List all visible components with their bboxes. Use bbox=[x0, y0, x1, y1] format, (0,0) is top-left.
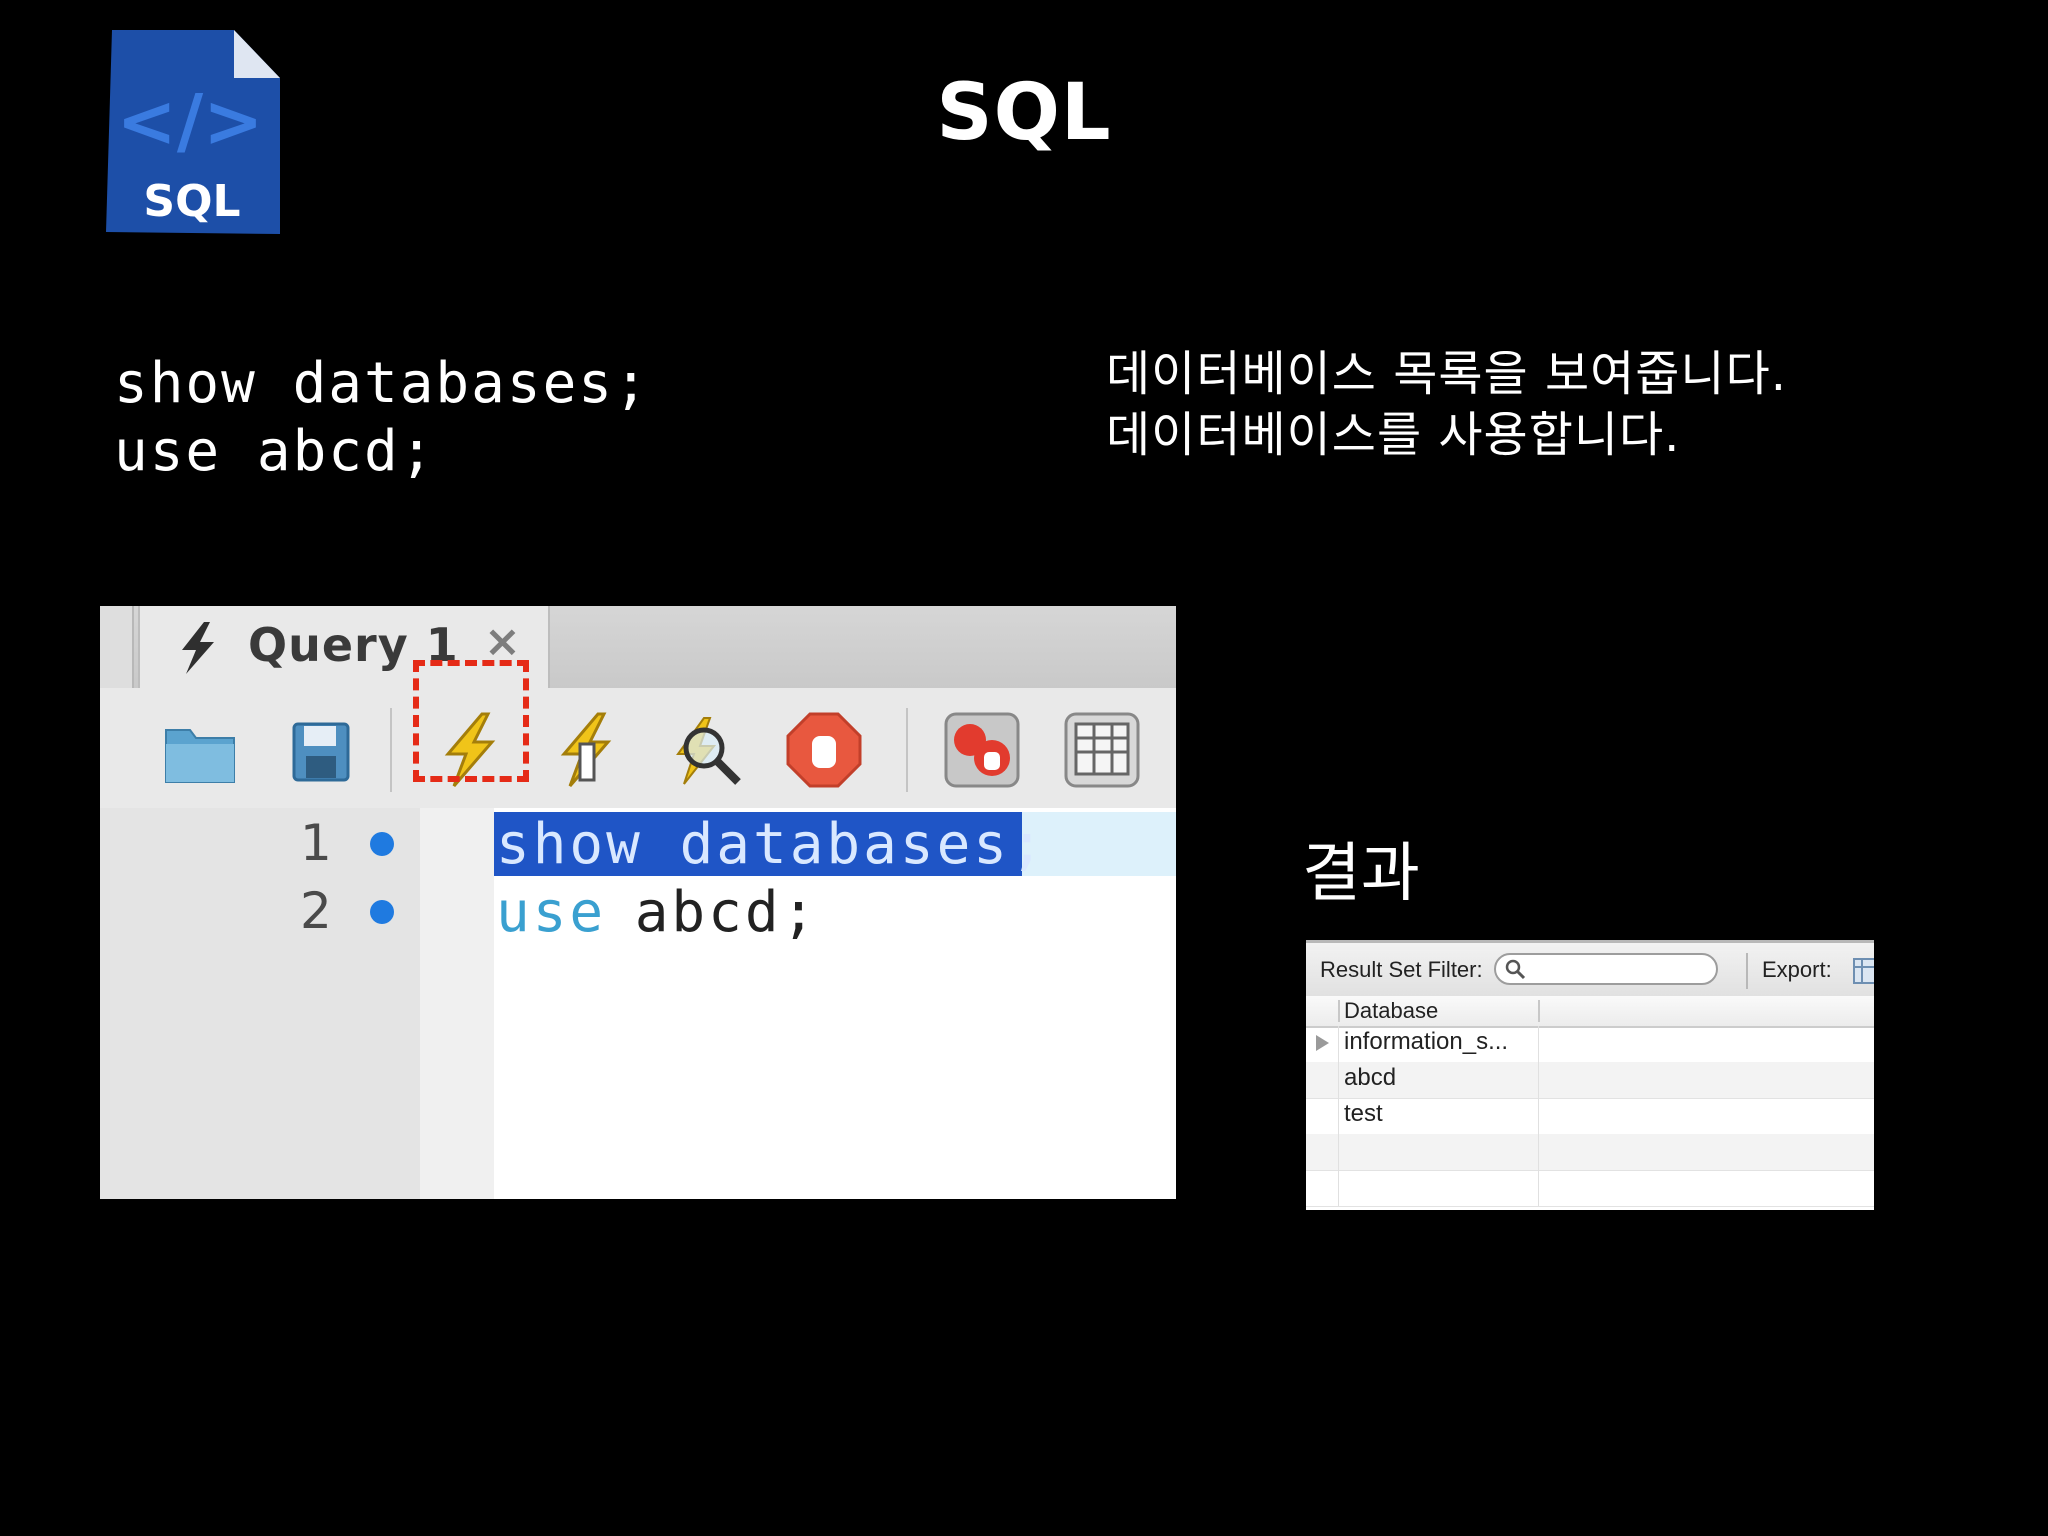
column-divider bbox=[1338, 1134, 1339, 1170]
description-line-2: 데이터베이스를 사용합니다. bbox=[1106, 407, 1681, 463]
tab-bar: Query 1 × bbox=[100, 606, 1176, 688]
export-label: Export: bbox=[1762, 957, 1832, 982]
table-row[interactable]: test bbox=[1306, 1098, 1874, 1135]
column-divider bbox=[1538, 1026, 1539, 1062]
grid-header: Database bbox=[1306, 996, 1874, 1028]
column-divider bbox=[1538, 1000, 1540, 1022]
code-line-2-rest: abcd; bbox=[598, 880, 819, 945]
query-editor: Query 1 × 1 2 show databases; use abcd; bbox=[100, 606, 1176, 1199]
description: 데이터베이스 목록을 보여줍니다. 데이터베이스를 사용합니다. bbox=[1106, 344, 1787, 466]
empty-row bbox=[1306, 1170, 1874, 1207]
code-sample: show databases; use abcd; bbox=[114, 350, 650, 486]
tab-bar-edge bbox=[100, 606, 134, 688]
export-icon[interactable] bbox=[1852, 955, 1874, 985]
table-cell: abcd bbox=[1344, 1064, 1397, 1091]
sql-icon-label: SQL bbox=[143, 176, 240, 227]
statement-marker-icon bbox=[370, 832, 394, 856]
sql-editor-area[interactable]: show databases; use abcd; bbox=[494, 808, 1176, 1199]
table-cell: information_s... bbox=[1344, 1028, 1509, 1055]
toolbar-separator bbox=[390, 708, 392, 792]
result-filter-input[interactable] bbox=[1494, 953, 1718, 985]
stop-icon[interactable] bbox=[784, 710, 864, 790]
column-divider bbox=[1338, 1098, 1339, 1134]
line-number: 2 bbox=[300, 882, 332, 940]
filter-label: Result Set Filter: bbox=[1320, 957, 1483, 982]
line-number: 1 bbox=[300, 814, 332, 872]
code-line-2: use abcd; bbox=[114, 419, 436, 484]
column-divider bbox=[1338, 1026, 1339, 1062]
toolbar-separator bbox=[906, 708, 908, 792]
slide-title: SQL bbox=[936, 68, 1112, 158]
result-filter-bar: Result Set Filter: Export: bbox=[1306, 940, 1874, 1001]
description-line-1: 데이터베이스 목록을 보여줍니다. bbox=[1106, 346, 1788, 402]
column-divider bbox=[1538, 1170, 1539, 1206]
execute-current-icon[interactable] bbox=[546, 710, 626, 790]
table-cell: test bbox=[1344, 1100, 1383, 1127]
code-keyword-use: use bbox=[496, 880, 607, 945]
open-folder-icon[interactable] bbox=[160, 710, 240, 790]
gutter-margin bbox=[420, 808, 494, 1199]
column-divider bbox=[1538, 1062, 1539, 1098]
code-line-1: show databases; bbox=[496, 812, 1047, 877]
column-divider bbox=[1338, 1170, 1339, 1206]
table-row[interactable]: information_s... bbox=[1306, 1026, 1874, 1063]
toolbar-separator bbox=[1746, 953, 1748, 989]
column-divider bbox=[1538, 1098, 1539, 1134]
result-grid-panel: Result Set Filter: Export: Database info… bbox=[1306, 940, 1874, 1210]
empty-row bbox=[1306, 1134, 1874, 1171]
code-line-1: show databases; bbox=[114, 351, 650, 416]
column-divider bbox=[1538, 1134, 1539, 1170]
lightning-icon bbox=[182, 622, 214, 674]
editor-toolbar bbox=[100, 688, 1176, 810]
column-divider bbox=[1338, 1062, 1339, 1098]
result-grid-icon[interactable] bbox=[1062, 710, 1142, 790]
statement-marker-icon bbox=[370, 900, 394, 924]
execute-button-highlight bbox=[413, 660, 529, 782]
explain-icon[interactable] bbox=[664, 710, 744, 790]
column-header-database[interactable]: Database bbox=[1344, 998, 1438, 1024]
line-number-gutter: 1 2 bbox=[100, 808, 494, 1199]
toggle-error-icon[interactable] bbox=[942, 710, 1022, 790]
row-pointer-icon bbox=[1316, 1035, 1329, 1051]
table-row[interactable]: abcd bbox=[1306, 1062, 1874, 1099]
result-heading: 결과 bbox=[1302, 837, 1420, 911]
column-divider bbox=[1338, 1000, 1340, 1022]
save-icon[interactable] bbox=[280, 710, 360, 790]
search-icon bbox=[1505, 959, 1526, 980]
